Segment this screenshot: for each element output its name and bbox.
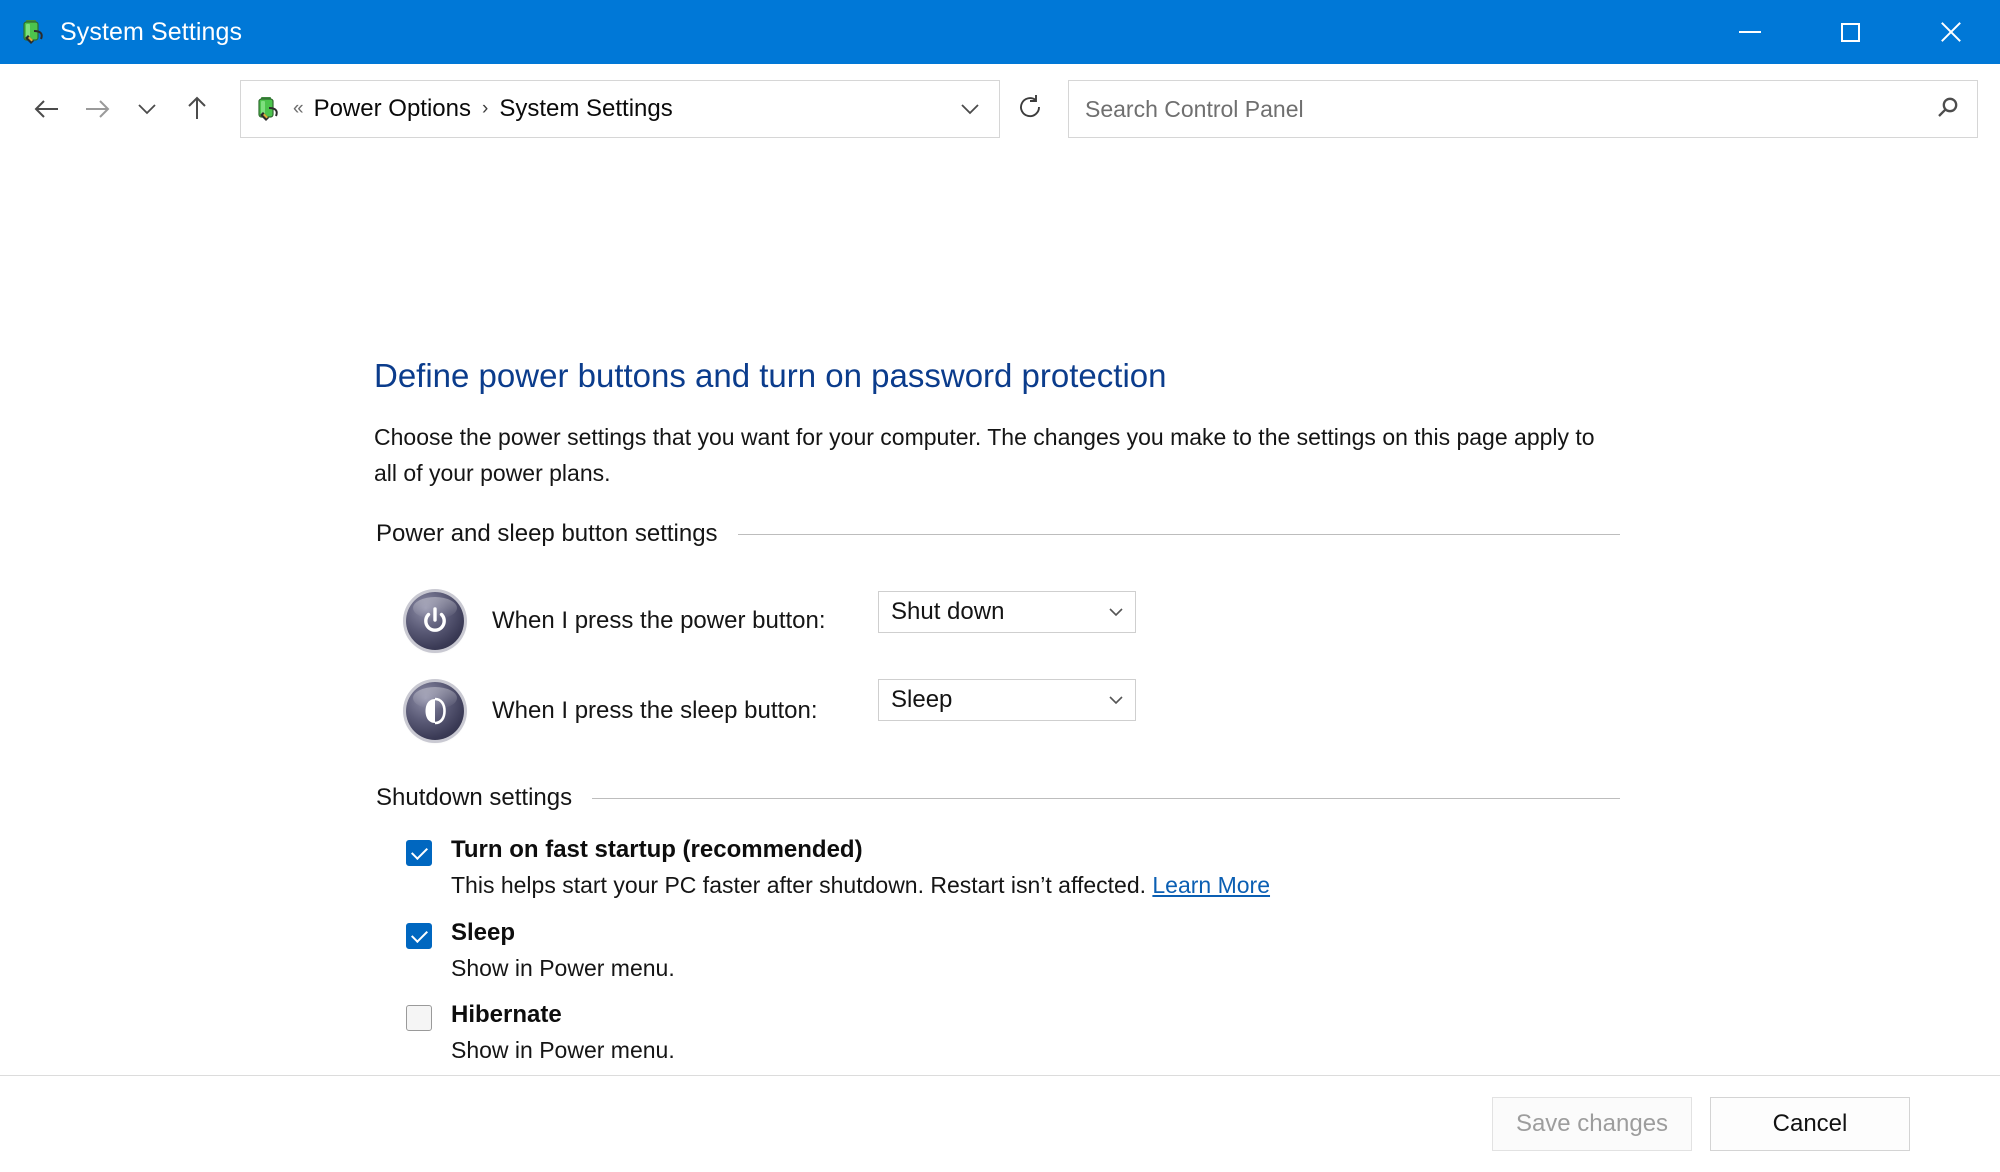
minimize-button[interactable]	[1700, 0, 1800, 64]
window-title: System Settings	[60, 17, 243, 46]
power-glyph	[406, 592, 464, 650]
address-dropdown-button[interactable]	[947, 86, 993, 132]
checkbox-hibernate[interactable]	[406, 1005, 432, 1031]
section-label: Power and sleep button settings	[376, 520, 718, 547]
breadcrumb-item-power-options[interactable]: Power Options	[314, 95, 471, 123]
power-button-label: When I press the power button:	[492, 607, 826, 634]
search-icon[interactable]	[1933, 94, 1963, 124]
page-title: Define power buttons and turn on passwor…	[374, 357, 1167, 394]
section-divider	[592, 797, 1620, 799]
checkbox-item-hibernate: Hibernate Show in Power menu.	[406, 1001, 675, 1064]
title-bar: System Settings	[0, 0, 2000, 64]
checkbox-row[interactable]: Sleep	[406, 919, 675, 949]
sleep-button-icon	[406, 682, 464, 740]
section-header-power-sleep: Power and sleep button settings	[376, 520, 1620, 548]
breadcrumb-overflow[interactable]: «	[293, 98, 304, 120]
breadcrumb-battery-power-plug-icon	[255, 95, 281, 123]
checkbox-item-fast-startup: Turn on fast startup (recommended) This …	[406, 836, 1270, 899]
power-button-action-value: Shut down	[891, 598, 1005, 625]
checkbox-description: Show in Power menu.	[451, 955, 675, 981]
address-bar[interactable]: « Power Options › System Settings	[240, 80, 1000, 138]
back-button[interactable]	[22, 84, 72, 134]
checkbox-description-wrapper: This helps start your PC faster after sh…	[451, 872, 1270, 899]
battery-power-plug-icon	[20, 18, 46, 46]
section-divider	[737, 533, 1620, 535]
checkbox-item-sleep: Sleep Show in Power menu.	[406, 919, 675, 982]
learn-more-link[interactable]: Learn More	[1152, 872, 1270, 898]
sleep-button-action-select[interactable]: Sleep	[878, 679, 1136, 721]
up-button[interactable]	[172, 84, 222, 134]
maximize-button[interactable]	[1800, 0, 1900, 64]
refresh-icon	[1015, 92, 1045, 127]
arrow-left-icon	[30, 92, 64, 126]
chevron-down-icon	[134, 96, 160, 122]
checkbox-row[interactable]: Turn on fast startup (recommended)	[406, 836, 1270, 866]
content-area: Define power buttons and turn on passwor…	[0, 154, 2000, 1144]
checkbox-description: Show in Power menu.	[451, 1037, 675, 1063]
recent-locations-button[interactable]	[122, 84, 172, 134]
section-label: Shutdown settings	[376, 784, 573, 811]
row-power-button: When I press the power button:	[406, 592, 826, 650]
section-header-shutdown: Shutdown settings	[376, 784, 1620, 812]
minimize-icon	[1739, 31, 1761, 33]
chevron-down-icon	[1105, 689, 1127, 711]
close-button[interactable]	[1900, 0, 2000, 64]
row-sleep-button: When I press the sleep button:	[406, 682, 818, 740]
power-button-action-select[interactable]: Shut down	[878, 591, 1136, 633]
checkbox-description: This helps start your PC faster after sh…	[451, 872, 1146, 898]
arrow-up-icon	[180, 92, 214, 126]
chevron-down-icon	[1105, 601, 1127, 623]
search-input[interactable]	[1085, 95, 1933, 123]
checkbox-label: Hibernate	[451, 1001, 562, 1028]
checkbox-sleep[interactable]	[406, 923, 432, 949]
window-controls	[1700, 0, 2000, 64]
navigation-bar: « Power Options › System Settings	[0, 64, 2000, 154]
checkbox-fast-startup[interactable]	[406, 840, 432, 866]
save-changes-button[interactable]: Save changes	[1492, 1097, 1692, 1151]
footer-bar: Save changes Cancel	[0, 1076, 2000, 1172]
power-button-icon	[406, 592, 464, 650]
sleep-button-action-value: Sleep	[891, 686, 953, 713]
search-box[interactable]	[1068, 80, 1978, 138]
sleep-button-label: When I press the sleep button:	[492, 697, 818, 724]
page-description: Choose the power settings that you want …	[374, 424, 1595, 486]
cancel-button[interactable]: Cancel	[1710, 1097, 1910, 1151]
breadcrumb-item-system-settings[interactable]: System Settings	[499, 95, 672, 123]
checkbox-row[interactable]: Hibernate	[406, 1001, 675, 1031]
close-icon	[1938, 20, 1962, 44]
breadcrumb-separator-icon: ›	[481, 98, 489, 119]
checkbox-label: Turn on fast startup (recommended)	[451, 836, 863, 863]
sleep-glyph	[406, 682, 464, 740]
arrow-right-icon	[80, 92, 114, 126]
forward-button[interactable]	[72, 84, 122, 134]
maximize-icon	[1840, 22, 1860, 42]
checkbox-label: Sleep	[451, 919, 516, 946]
refresh-button[interactable]	[1002, 80, 1058, 138]
